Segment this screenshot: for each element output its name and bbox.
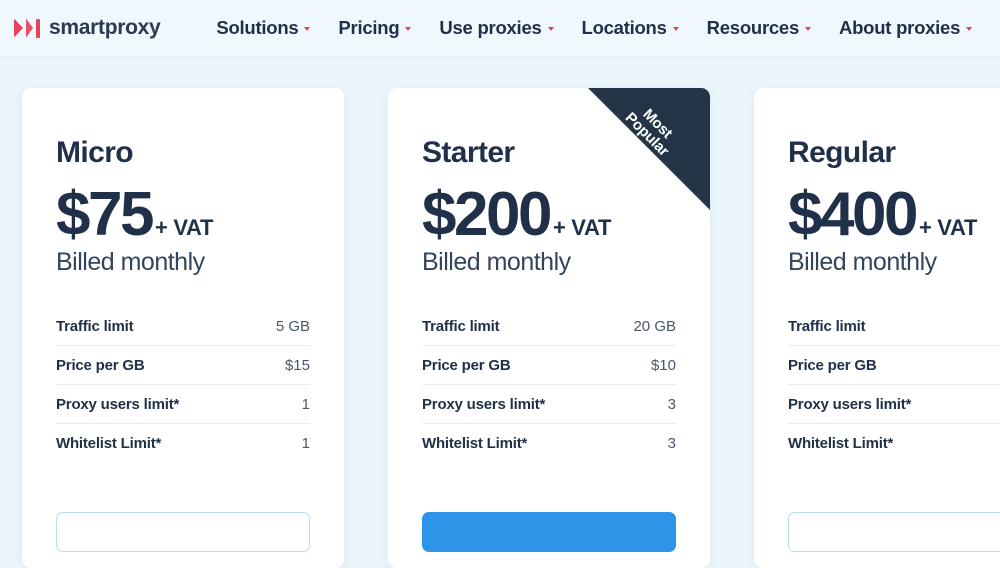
smartproxy-logo-icon — [14, 18, 40, 38]
nav-item-use-proxies[interactable]: Use proxies — [425, 17, 567, 39]
feature-value: 20 GB — [633, 318, 676, 335]
brand-name: smartproxy — [49, 16, 161, 39]
select-plan-button-micro[interactable] — [56, 512, 310, 552]
plan-features: Traffic limit 5 GB Price per GB $15 Prox… — [56, 307, 310, 462]
feature-label: Proxy users limit* — [422, 396, 546, 413]
plan-vat-note: + VAT — [918, 215, 978, 240]
feature-row: Price per GB $8 — [788, 346, 1000, 385]
plan-price: $200 — [422, 180, 552, 249]
select-plan-button-regular[interactable] — [788, 512, 1000, 552]
pricing-card-micro[interactable]: Micro $75 + VAT Billed monthly Traffic l… — [22, 88, 344, 568]
feature-row: Price per GB $15 — [56, 346, 310, 385]
select-plan-button-starter[interactable] — [422, 512, 676, 552]
plan-price: $75 — [56, 180, 154, 249]
plan-price-row: $400 + VAT — [788, 184, 1000, 246]
feature-row: Proxy users limit* 3 — [422, 385, 676, 424]
plan-features: Traffic limit 50 GB Price per GB $8 Prox… — [788, 307, 1000, 462]
feature-value: 3 — [667, 435, 676, 452]
feature-label: Traffic limit — [422, 318, 500, 335]
nav-item-about-proxies[interactable]: About proxies — [825, 17, 986, 39]
plan-price-row: $75 + VAT — [56, 184, 310, 246]
nav-label: Use proxies — [439, 17, 542, 38]
feature-value: 1 — [301, 435, 310, 452]
chevron-down-icon — [547, 27, 554, 31]
plan-billing-note: Billed monthly — [788, 248, 937, 276]
plan-price-row: $200 + VAT — [422, 184, 676, 246]
plan-price: $400 — [788, 180, 918, 249]
feature-row: Price per GB $10 — [422, 346, 676, 385]
main-navigation: Solutions Pricing Use proxies Locations … — [202, 17, 986, 39]
feature-row: Proxy users limit* 5 — [788, 385, 1000, 424]
chevron-down-icon — [966, 27, 973, 31]
feature-label: Whitelist Limit* — [56, 435, 162, 452]
nav-label: Locations — [581, 17, 667, 38]
nav-label: Pricing — [338, 17, 400, 38]
plan-name: Regular — [788, 136, 896, 169]
chevron-down-icon — [304, 27, 311, 31]
chevron-down-icon — [405, 27, 412, 31]
feature-row: Whitelist Limit* 3 — [422, 424, 676, 462]
feature-row: Whitelist Limit* 5 — [788, 424, 1000, 462]
feature-value: 1 — [301, 396, 310, 413]
feature-value: 3 — [667, 396, 676, 413]
plan-billing-note: Billed monthly — [422, 248, 571, 276]
feature-row: Traffic limit 5 GB — [56, 307, 310, 346]
nav-item-resources[interactable]: Resources — [693, 17, 825, 39]
feature-row: Whitelist Limit* 1 — [56, 424, 310, 462]
feature-label: Proxy users limit* — [788, 396, 912, 413]
feature-label: Price per GB — [56, 357, 145, 374]
nav-item-pricing[interactable]: Pricing — [324, 17, 425, 39]
pricing-cards: Micro $75 + VAT Billed monthly Traffic l… — [22, 88, 1000, 568]
chevron-down-icon — [672, 27, 679, 31]
nav-label: Resources — [706, 17, 800, 38]
nav-label: Solutions — [216, 17, 299, 38]
plan-features: Traffic limit 20 GB Price per GB $10 Pro… — [422, 307, 676, 462]
feature-label: Price per GB — [422, 357, 511, 374]
brand-logo-link[interactable]: smartproxy — [14, 16, 161, 40]
feature-label: Whitelist Limit* — [788, 435, 894, 452]
nav-label: About proxies — [839, 17, 961, 38]
feature-value: $15 — [284, 357, 310, 374]
site-header: smartproxy Solutions Pricing Use proxies… — [0, 0, 1000, 57]
plan-name: Starter — [422, 136, 515, 169]
feature-row: Traffic limit 50 GB — [788, 307, 1000, 346]
pricing-card-regular[interactable]: Regular $400 + VAT Billed monthly Traffi… — [754, 88, 1000, 568]
pricing-card-starter[interactable]: Most Popular Starter $200 + VAT Billed m… — [388, 88, 710, 568]
nav-item-locations[interactable]: Locations — [568, 17, 693, 39]
feature-value: 5 GB — [275, 318, 310, 335]
feature-label: Whitelist Limit* — [422, 435, 528, 452]
plan-name: Micro — [56, 136, 134, 169]
feature-row: Proxy users limit* 1 — [56, 385, 310, 424]
feature-label: Proxy users limit* — [56, 396, 180, 413]
plan-vat-note: + VAT — [552, 215, 612, 240]
plan-billing-note: Billed monthly — [56, 248, 205, 276]
chevron-down-icon — [805, 27, 812, 31]
feature-row: Traffic limit 20 GB — [422, 307, 676, 346]
feature-value: $10 — [650, 357, 676, 374]
feature-label: Traffic limit — [56, 318, 134, 335]
feature-label: Traffic limit — [788, 318, 866, 335]
plan-vat-note: + VAT — [154, 215, 214, 240]
nav-item-solutions[interactable]: Solutions — [202, 17, 324, 39]
feature-label: Price per GB — [788, 357, 877, 374]
